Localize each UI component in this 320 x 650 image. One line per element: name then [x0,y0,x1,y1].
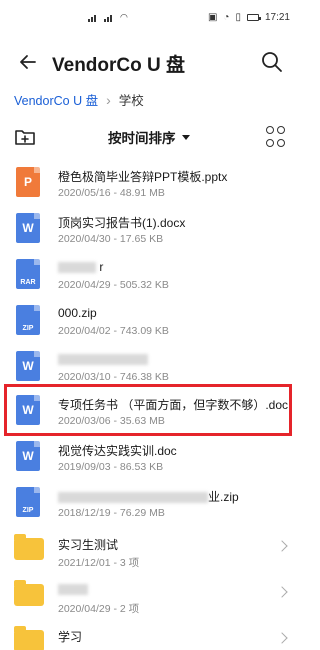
signal-icon-2 [104,13,114,22]
sort-label: 按时间排序 [108,131,176,146]
caret-down-icon [181,134,190,140]
search-icon [262,52,282,72]
word-file-icon: W [16,213,40,243]
breadcrumb-current: 学校 [118,94,144,108]
file-name-suffix: r [99,260,104,274]
breadcrumb-separator: › [106,91,111,108]
file-meta: 2020/03/10 - 746.38 KB [58,371,169,383]
wifi-icon: ◠ [120,12,128,22]
redacted-text [58,354,148,366]
bell-off-icon: ◔ [223,12,230,23]
signal-icon [88,13,98,22]
folder-meta: 2020/04/29 - 2 项 [58,603,140,615]
status-right: ▣ ◔ ▯ 17:21 [208,12,290,23]
chevron-right-icon [276,586,288,598]
vibrate-icon: ▯ [235,12,241,23]
folder-icon [14,626,44,650]
search-button[interactable] [258,48,286,76]
new-folder-button[interactable] [14,126,36,148]
file-row[interactable]: ZIP 业.zip 2018/12/19 - 76.29 MB [0,482,300,536]
redacted-text [58,584,88,596]
folder-name [58,582,88,596]
nfc-icon: ▣ [207,12,218,23]
new-folder-icon [15,130,35,145]
app-bar: VendorCo U 盘 [0,40,300,84]
folder-name: 实习生测试 [58,538,119,552]
sort-dropdown[interactable]: 按时间排序 [108,127,190,147]
grid-dot-icon [277,138,285,147]
grid-dot-icon [277,126,285,134]
file-meta: 2019/09/03 - 86.53 KB [58,461,164,473]
page-title: VendorCo U 盘 [52,55,186,76]
folder-name: 学习 [58,630,83,644]
word-file-icon: W [16,351,40,381]
zip-file-icon: ZIP [16,487,40,517]
chevron-right-icon [276,632,288,644]
chevron-right-icon [276,540,288,552]
breadcrumb: VendorCo U 盘 › 学校 [14,90,144,109]
redacted-text [58,492,208,504]
file-name: 000.zip [58,306,97,320]
file-meta: 2020/04/29 - 505.32 KB [58,279,169,291]
arrow-left-icon [20,55,36,69]
file-name [58,352,148,366]
back-button[interactable] [14,48,42,76]
word-file-icon: W [16,441,40,471]
redacted-text [58,262,96,274]
folder-row[interactable]: 学习 [0,622,300,650]
file-name: 视觉传达实践实训.doc [58,444,177,458]
file-meta: 2020/04/30 - 17.65 KB [58,233,164,245]
file-meta: 2018/12/19 - 76.29 MB [58,507,165,519]
grid-dot-icon [266,126,274,134]
breadcrumb-root[interactable]: VendorCo U 盘 [14,90,98,109]
selection-highlight-box [4,384,292,436]
rar-file-icon: RAR [16,259,40,289]
battery-icon [246,14,261,21]
toolbar: 按时间排序 [0,124,300,152]
folder-meta: 2021/12/01 - 3 项 [58,557,140,569]
file-name: 业.zip [58,488,239,505]
file-name: 顶岗实习报告书(1).docx [58,216,186,230]
status-bar: ◠ ▣ ◔ ▯ 17:21 [0,0,300,36]
folder-icon [14,580,44,606]
status-left: ◠ [88,12,128,23]
file-meta: 2020/04/02 - 743.09 KB [58,325,169,337]
file-name-suffix: 业.zip [208,490,239,504]
folder-icon [14,534,44,560]
grid-dot-icon [266,138,274,147]
pptx-file-icon: P [16,167,40,197]
file-meta: 2020/05/16 - 48.91 MB [58,187,165,199]
grid-view-button[interactable] [266,126,288,148]
file-name: r [58,260,103,274]
file-name: 橙色极简毕业答辩PPT模板.pptx [58,170,228,184]
status-time: 17:21 [264,12,290,23]
zip-file-icon: ZIP [16,305,40,335]
